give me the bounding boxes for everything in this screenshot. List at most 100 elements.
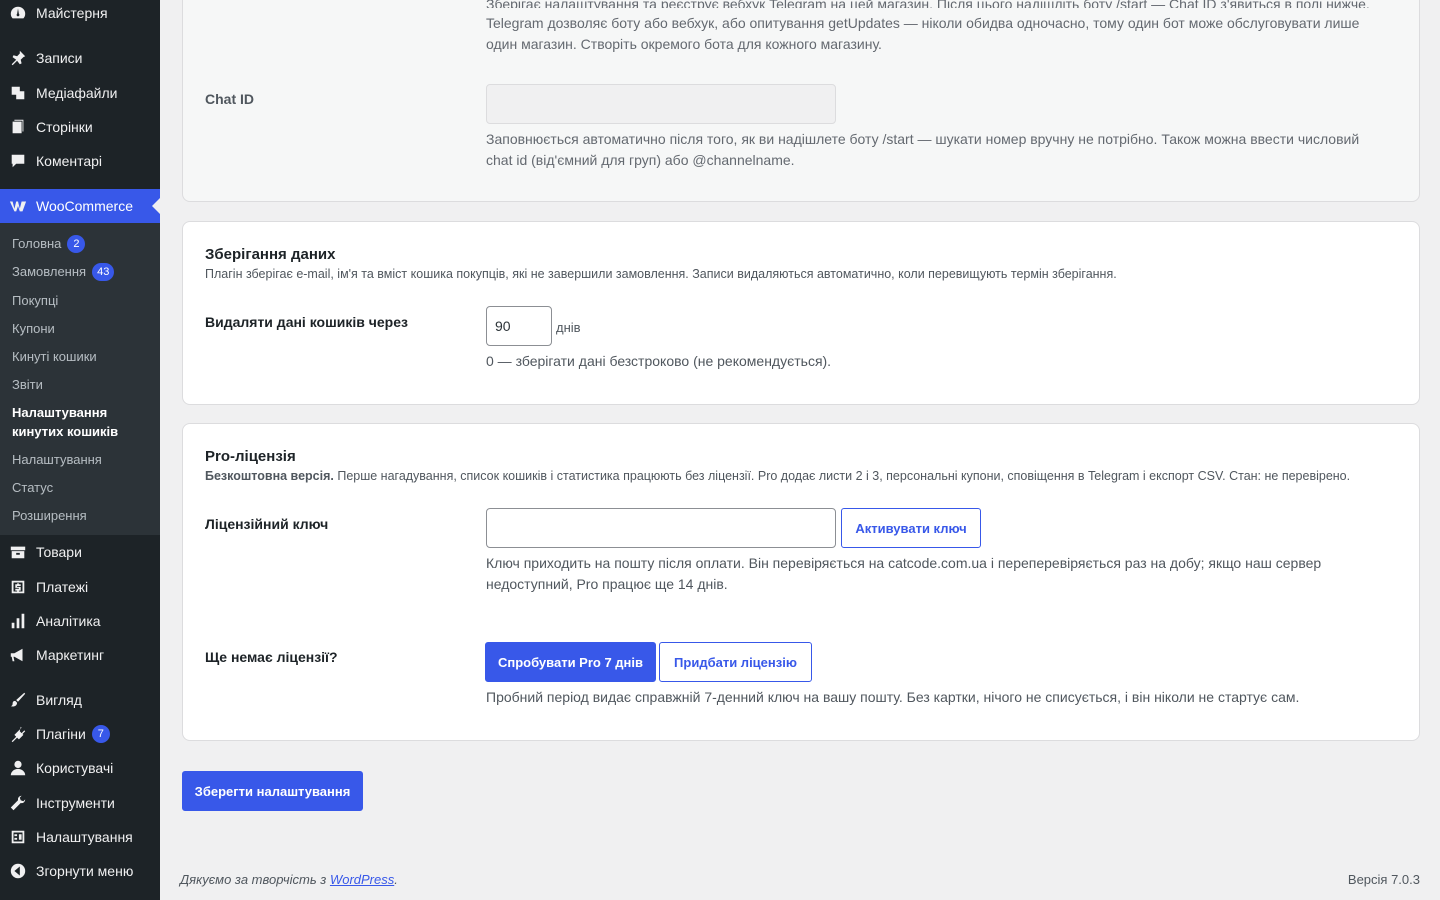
submenu-extensions[interactable]: Розширення <box>12 506 87 525</box>
menu-analytics-label: Аналітика <box>36 613 101 629</box>
menu-posts-label: Записи <box>36 50 83 66</box>
footer-thanks-suffix: . <box>394 872 398 887</box>
menu-pages-label: Сторінки <box>36 119 93 135</box>
menu-plugins-label: Плагіни <box>36 726 86 742</box>
license-card: Pro-ліцензія Безкоштовна версія. Перше н… <box>182 423 1420 741</box>
bar-chart-icon <box>0 604 36 638</box>
submenu-coupons[interactable]: Купони <box>12 319 55 338</box>
menu-tools-label: Інструменти <box>36 795 115 811</box>
retention-hint: 0 — зберігати дані безстроково (не реком… <box>486 353 832 369</box>
submenu-customers[interactable]: Покупці <box>12 291 58 310</box>
license-key-desc-line1: Ключ приходить на пошту після оплати. Ві… <box>486 555 1322 571</box>
menu-payments[interactable]: Платежі <box>0 570 160 604</box>
submenu-orders[interactable]: Замовлення 43 <box>12 262 115 281</box>
days-unit: днів <box>556 320 581 335</box>
footer-thanks-prefix: Дякуємо за творчість з <box>180 872 330 887</box>
menu-users-label: Користувачі <box>36 760 114 776</box>
retention-days-input[interactable]: 90 <box>486 306 552 346</box>
submenu-orders-label: Замовлення <box>12 264 87 279</box>
menu-media[interactable]: Медіафайли <box>0 76 160 110</box>
plugins-badge: 7 <box>91 725 110 743</box>
wrench-icon <box>0 786 36 820</box>
delete-after-label: Видаляти дані кошиків через <box>205 314 408 330</box>
storage-card: Зберігання даних Плагін зберігає e-mail,… <box>182 221 1420 405</box>
telegram-top-desc-line1: Telegram дозволяє боту або вебхук, або о… <box>486 15 1360 31</box>
license-title: Pro-ліцензія <box>205 448 296 465</box>
storage-title: Зберігання даних <box>205 246 336 263</box>
collapse-menu-label: Згорнути меню <box>36 863 134 879</box>
admin-sidebar: Майстерня Записи Медіафайли Сторінки Ком… <box>0 0 160 900</box>
dollar-icon <box>0 570 36 604</box>
pages-icon <box>0 110 36 144</box>
storage-subtitle: Плагін зберігає e-mail, ім'я та вміст ко… <box>205 267 1117 281</box>
submenu-abandoned-cart-settings-line2: кинутих кошиків <box>12 424 119 439</box>
footer-thanks: Дякуємо за творчість з WordPress. <box>180 872 398 887</box>
settings-sliders-icon <box>0 820 36 854</box>
dashboard-icon <box>0 0 36 30</box>
submenu-status[interactable]: Статус <box>12 478 53 497</box>
menu-marketing-label: Маркетинг <box>36 647 105 663</box>
menu-products[interactable]: Товари <box>0 535 160 569</box>
submenu-settings[interactable]: Налаштування <box>12 450 102 469</box>
woocommerce-icon <box>0 189 36 223</box>
save-settings-button[interactable]: Зберегти налаштування <box>182 771 363 811</box>
chat-id-label: Chat ID <box>205 91 254 107</box>
menu-marketing[interactable]: Маркетинг <box>0 638 160 672</box>
user-icon <box>0 751 36 785</box>
home-badge: 2 <box>67 234 86 253</box>
submenu-abandoned-carts[interactable]: Кинуті кошики <box>12 347 97 366</box>
try-pro-button[interactable]: Спробувати Pro 7 днів <box>485 642 656 682</box>
wordpress-link[interactable]: WordPress <box>330 872 394 887</box>
archive-icon <box>0 535 36 569</box>
menu-analytics[interactable]: Аналітика <box>0 604 160 638</box>
license-key-label: Ліцензійний ключ <box>205 516 329 532</box>
plugin-icon <box>0 717 36 751</box>
menu-posts[interactable]: Записи <box>0 41 160 75</box>
menu-comments-label: Коментарі <box>36 153 103 169</box>
comment-icon <box>0 144 36 178</box>
telegram-card: Зберігає налаштування та реєструє вебхук… <box>182 0 1420 202</box>
brush-icon <box>0 683 36 717</box>
trial-desc: Пробний період видає справжній 7-денний … <box>486 689 1300 705</box>
menu-products-label: Товари <box>36 544 82 560</box>
menu-settings-label: Налаштування <box>36 829 133 845</box>
woocommerce-submenu: Головна 2 Замовлення 43 Покупці Купони Кин… <box>0 223 160 535</box>
menu-appearance[interactable]: Вигляд <box>0 683 160 717</box>
buy-license-button[interactable]: Придбати ліцензію <box>659 642 812 682</box>
no-license-label: Ще немає ліцензії? <box>205 649 338 665</box>
menu-tools[interactable]: Інструменти <box>0 786 160 820</box>
license-key-input[interactable] <box>486 508 836 548</box>
submenu-reports[interactable]: Звіти <box>12 375 43 394</box>
telegram-top-desc-line2: один магазин. Створіть окремого бота для… <box>486 36 882 52</box>
chat-id-field[interactable] <box>486 84 836 124</box>
submenu-home[interactable]: Головна 2 <box>12 234 86 253</box>
license-status-bold: Безкоштовна версія. <box>205 469 334 483</box>
submenu-abandoned-cart-settings[interactable]: Налаштування кинутих кошиків <box>12 403 118 441</box>
menu-plugins[interactable]: Плагіни 7 <box>0 717 160 751</box>
pin-icon <box>0 41 36 75</box>
menu-dashboard-label: Майстерня <box>36 5 108 21</box>
collapse-arrow-icon <box>0 854 36 888</box>
menu-woocommerce-label: WooCommerce <box>36 198 133 214</box>
chat-id-desc-line2: chat id (від'ємний для груп) або @channe… <box>486 152 795 168</box>
menu-settings[interactable]: Налаштування <box>0 820 160 854</box>
collapse-menu-button[interactable]: Згорнути меню <box>0 854 160 888</box>
footer-version: Версія 7.0.3 <box>1347 872 1420 887</box>
license-key-desc-line2: недоступний, Pro працює ще 14 днів. <box>486 576 728 592</box>
megaphone-icon <box>0 638 36 672</box>
menu-woocommerce[interactable]: WooCommerce <box>0 189 160 223</box>
submenu-home-label: Головна <box>12 236 62 251</box>
menu-dashboard[interactable]: Майстерня <box>0 0 160 30</box>
menu-payments-label: Платежі <box>36 579 89 595</box>
orders-badge: 43 <box>92 262 115 281</box>
menu-media-label: Медіафайли <box>36 85 118 101</box>
menu-comments[interactable]: Коментарі <box>0 144 160 178</box>
media-icon <box>0 76 36 110</box>
license-status-text: Перше нагадування, список кошиків і стат… <box>333 469 1351 483</box>
menu-users[interactable]: Користувачі <box>0 751 160 785</box>
menu-appearance-label: Вигляд <box>36 692 82 708</box>
activate-key-button[interactable]: Активувати ключ <box>841 508 981 548</box>
submenu-abandoned-cart-settings-line1: Налаштування <box>12 405 108 420</box>
menu-pages[interactable]: Сторінки <box>0 110 160 144</box>
license-status: Безкоштовна версія. Перше нагадування, с… <box>205 469 1350 483</box>
